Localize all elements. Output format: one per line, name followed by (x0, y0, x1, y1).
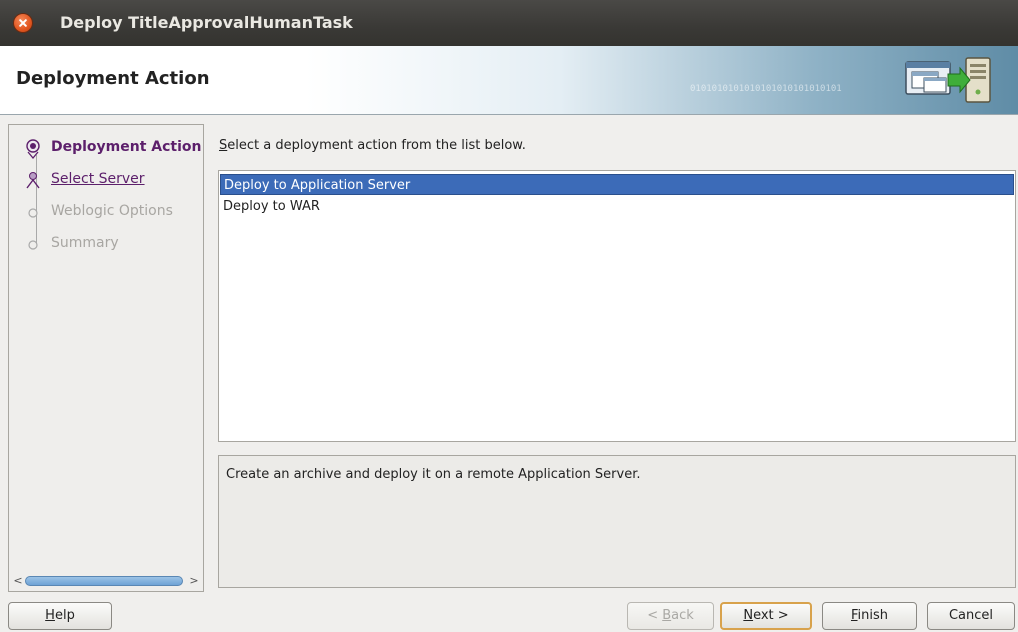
wizard-steps-panel: Deployment Action Select Server Weblogic… (8, 124, 204, 592)
step-select-server[interactable]: Select Server (9, 168, 203, 192)
step-label: Deployment Action (51, 139, 202, 155)
button-label: elp (54, 608, 75, 623)
action-description-box: Create an archive and deploy it on a rem… (218, 455, 1016, 588)
instruction-rest: elect a deployment action from the list … (227, 138, 526, 153)
list-item[interactable]: Deploy to WAR (220, 196, 1014, 217)
window-titlebar: Deploy TitleApprovalHumanTask (0, 0, 1018, 46)
deploy-server-icon (905, 57, 991, 103)
deployment-action-list[interactable]: Deploy to Application Server Deploy to W… (218, 170, 1016, 442)
step-disabled-icon (28, 208, 38, 218)
step-summary: Summary (9, 232, 203, 256)
help-button[interactable]: Help (8, 602, 112, 630)
step-link-icon (26, 172, 40, 189)
button-label: ext > (753, 608, 789, 623)
step-label: Weblogic Options (51, 203, 173, 219)
button-label: ack (671, 608, 694, 623)
window-title: Deploy TitleApprovalHumanTask (60, 13, 353, 32)
step-label: Summary (51, 235, 119, 251)
step-label: Select Server (51, 171, 145, 187)
step-weblogic-options: Weblogic Options (9, 200, 203, 224)
mnemonic: H (45, 608, 55, 623)
step-disabled-icon (28, 240, 38, 250)
cancel-button[interactable]: Cancel (927, 602, 1015, 630)
page-title: Deployment Action (16, 68, 210, 89)
finish-button[interactable]: Finish (822, 602, 917, 630)
mnemonic: B (662, 608, 672, 623)
scroll-thumb[interactable] (25, 576, 183, 586)
action-description: Create an archive and deploy it on a rem… (226, 467, 641, 482)
current-step-icon (26, 139, 40, 160)
nav-horizontal-scrollbar[interactable]: < > (11, 573, 201, 589)
scroll-left-icon[interactable]: < (11, 573, 25, 589)
step-deployment-action[interactable]: Deployment Action (9, 136, 203, 160)
next-button[interactable]: Next > (720, 602, 812, 630)
back-button[interactable]: < Back (627, 602, 714, 630)
scroll-right-icon[interactable]: > (187, 573, 201, 589)
list-item[interactable]: Deploy to Application Server (220, 174, 1014, 195)
button-label: inish (857, 608, 889, 623)
close-icon[interactable] (14, 14, 32, 32)
mnemonic: N (743, 608, 754, 623)
wizard-header: Deployment Action 0101010101010101010101… (0, 46, 1018, 115)
button-label: < (647, 608, 663, 623)
binary-decoration: 0101010101010101010101010101 (690, 84, 842, 94)
instruction-text: Select a deployment action from the list… (219, 138, 526, 153)
